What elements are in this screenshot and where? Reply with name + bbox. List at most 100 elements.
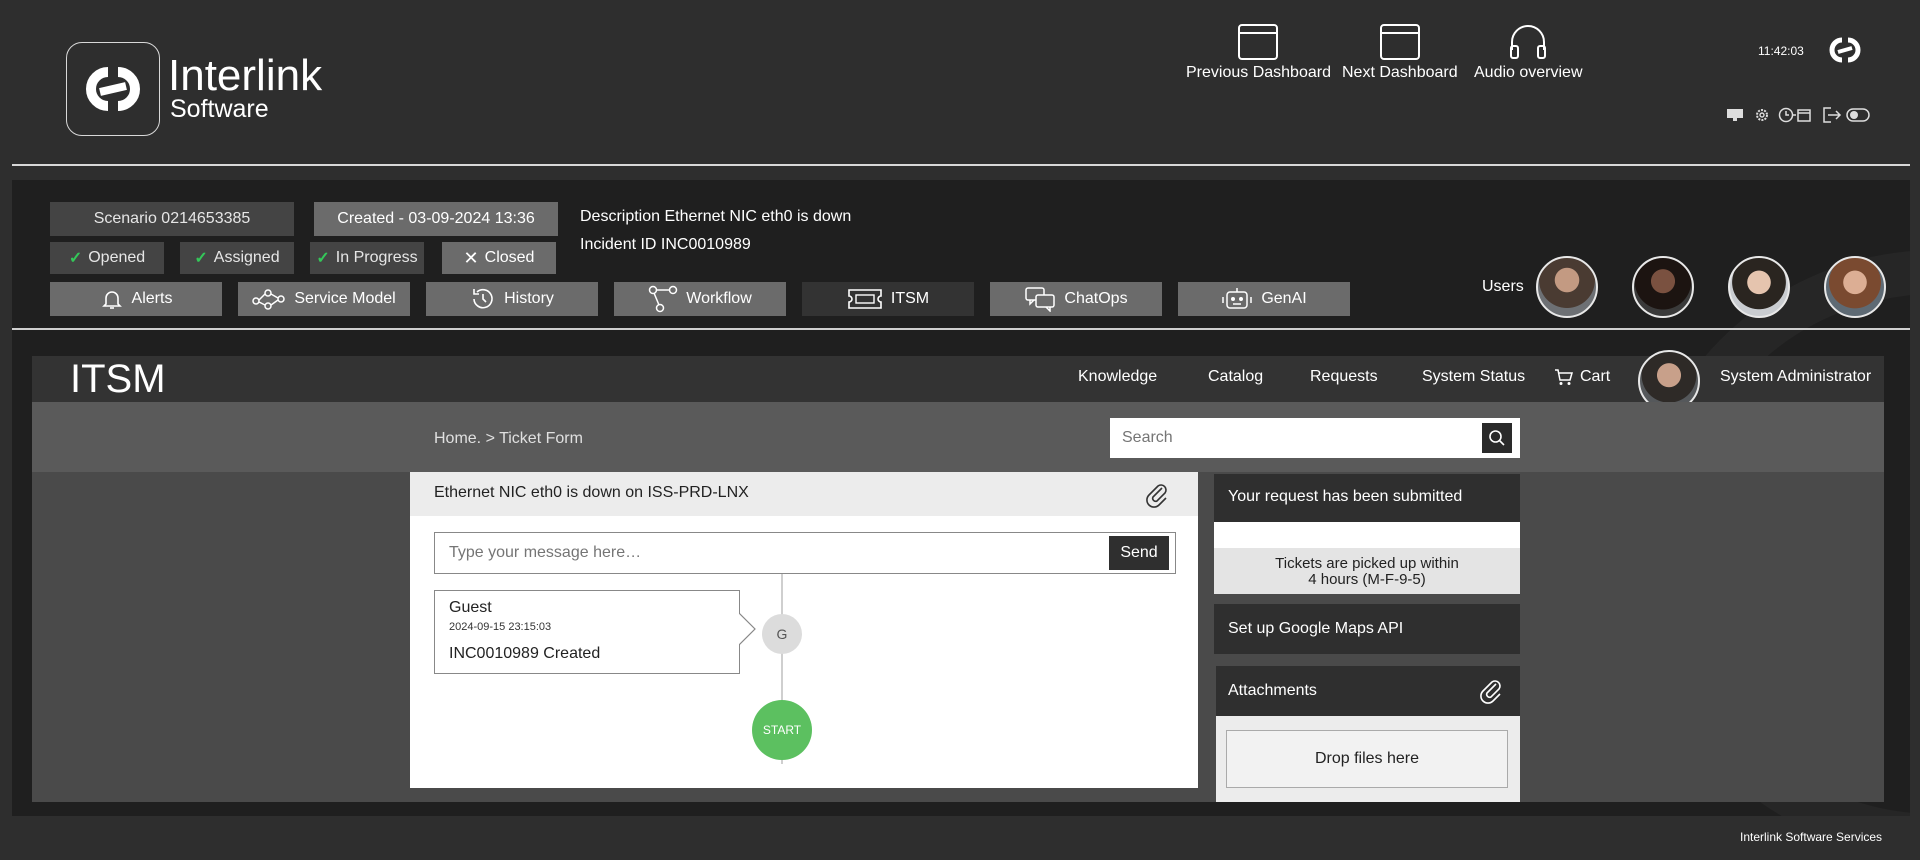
paperclip-icon[interactable]: [1478, 676, 1504, 704]
tab-itsm[interactable]: ITSM: [802, 282, 974, 316]
status-opened: ✓ Opened: [50, 242, 164, 274]
itsm-title: ITSM: [70, 357, 166, 401]
clock-calendar-icon[interactable]: [1778, 107, 1812, 123]
start-node: START: [752, 700, 812, 760]
monitor-icon[interactable]: [1726, 108, 1744, 122]
drop-zone[interactable]: Drop files here: [1226, 730, 1508, 788]
attachments-header: Attachments: [1216, 666, 1520, 716]
tab-label: ITSM: [890, 290, 930, 307]
headphones-icon: [1510, 25, 1547, 59]
audio-overview-button[interactable]: Audio overview: [1474, 24, 1583, 82]
previous-dashboard-label: Previous Dashboard: [1186, 64, 1331, 81]
status-label: In Progress: [335, 249, 418, 266]
search-input[interactable]: [1110, 418, 1470, 458]
entry-initial-badge: G: [762, 614, 802, 654]
users-label: Users: [1482, 278, 1524, 295]
message-input[interactable]: [435, 533, 1095, 573]
check-icon: ✓: [316, 250, 330, 267]
next-dashboard-label: Next Dashboard: [1342, 64, 1458, 81]
menu-knowledge[interactable]: Knowledge: [1078, 368, 1157, 386]
ticket-card: Ethernet NIC eth0 is down on ISS-PRD-LNX…: [410, 472, 1198, 788]
attachments-title: Attachments: [1228, 682, 1317, 699]
entry-author: Guest: [449, 599, 492, 616]
entry-date: 2024-09-15 23:15:03: [449, 621, 552, 633]
maps-card[interactable]: Set up Google Maps API: [1214, 604, 1520, 654]
brand-name: Interlink: [168, 51, 323, 100]
submitted-card-header: Your request has been submitted: [1214, 474, 1520, 522]
footer-text: Interlink Software Services: [1740, 830, 1883, 844]
status-assigned: ✓ Assigned: [180, 242, 294, 274]
itsm-content: Home. > Ticket Form Ethernet NIC eth0 is…: [32, 402, 1884, 802]
search-icon: [1489, 430, 1505, 446]
menu-system-status[interactable]: System Status: [1422, 368, 1525, 386]
toggle-icon[interactable]: [1846, 108, 1870, 122]
tab-history[interactable]: History: [426, 282, 598, 316]
tab-label: ChatOps: [1064, 290, 1128, 307]
timeline-entry: Guest 2024-09-15 23:15:03 INC0010989 Cre…: [434, 590, 740, 674]
pickup-line-2: 4 hours (M-F-9-5): [1308, 571, 1426, 588]
x-icon: ✕: [463, 247, 479, 268]
next-dashboard-button[interactable]: Next Dashboard: [1342, 24, 1458, 82]
search-button[interactable]: [1482, 423, 1512, 453]
workflow-icon: [649, 285, 678, 313]
check-icon: ✓: [68, 250, 83, 267]
ticket-icon: [848, 289, 882, 309]
interlink-logo-icon: [86, 67, 140, 111]
created-chip: Created - 03-09-2024 13:36: [314, 202, 558, 236]
window-icon: [1379, 24, 1420, 60]
audio-overview-label: Audio overview: [1474, 64, 1583, 81]
brand-logo[interactable]: [66, 42, 160, 136]
incident-panel: Scenario 0214653385 Created - 03-09-2024…: [12, 180, 1910, 816]
bell-icon: [101, 291, 122, 309]
history-icon: [473, 288, 493, 309]
ticket-title: Ethernet NIC eth0 is down on ISS-PRD-LNX: [434, 484, 749, 501]
tab-chatops[interactable]: ChatOps: [990, 282, 1162, 316]
status-in-progress: ✓ In Progress: [310, 242, 424, 274]
breadcrumb-band: Home. > Ticket Form: [32, 402, 1884, 472]
avatar-user-1[interactable]: [1536, 256, 1598, 318]
status-label: Opened: [88, 249, 146, 266]
avatar-user-4[interactable]: [1824, 256, 1886, 318]
itsm-navbar: ITSM Knowledge Catalog Requests System S…: [32, 350, 1884, 412]
tab-label: Alerts: [131, 290, 173, 307]
tab-label: GenAI: [1261, 290, 1307, 307]
tab-service-model[interactable]: Service Model: [238, 282, 410, 316]
avatar-user-2[interactable]: [1632, 256, 1694, 318]
menu-cart[interactable]: Cart: [1554, 368, 1610, 386]
clock: 11:42:03: [1758, 44, 1804, 58]
incident-description: Description Ethernet NIC eth0 is down: [580, 208, 852, 225]
tab-genai[interactable]: GenAI: [1178, 282, 1350, 316]
logout-icon[interactable]: [1822, 107, 1842, 123]
tab-alerts[interactable]: Alerts: [50, 282, 222, 316]
status-label: Closed: [484, 249, 535, 266]
status-closed: ✕ Closed: [442, 242, 556, 274]
attachments-body: Drop files here: [1216, 716, 1520, 802]
pickup-line-1: Tickets are picked up within: [1275, 555, 1459, 572]
ticket-header: Ethernet NIC eth0 is down on ISS-PRD-LNX: [410, 472, 1198, 516]
check-icon: ✓: [194, 250, 208, 267]
cart-icon: [1555, 369, 1573, 385]
chat-icon: [1025, 287, 1056, 312]
brand-sub: Software: [170, 95, 269, 123]
maps-text: Set up Google Maps API: [1228, 620, 1404, 637]
menu-requests[interactable]: Requests: [1310, 368, 1378, 386]
send-button[interactable]: Send: [1109, 536, 1169, 570]
scenario-chip: Scenario 0214653385: [50, 202, 294, 236]
paperclip-icon[interactable]: [1144, 480, 1170, 508]
gear-icon[interactable]: [1754, 107, 1770, 123]
entry-pointer: [739, 612, 756, 646]
previous-dashboard-button[interactable]: Previous Dashboard: [1186, 24, 1331, 82]
breadcrumb[interactable]: Home. > Ticket Form: [434, 430, 583, 448]
incident-id: Incident ID INC0010989: [580, 236, 751, 253]
tab-label: History: [504, 290, 554, 307]
tab-label: Service Model: [294, 290, 396, 307]
submitted-spacer: [1214, 522, 1520, 548]
avatar-user-3[interactable]: [1728, 256, 1790, 318]
admin-name[interactable]: System Administrator: [1720, 368, 1871, 386]
tab-label: Workflow: [686, 290, 752, 307]
tab-workflow[interactable]: Workflow: [614, 282, 786, 316]
message-composer: Send: [434, 532, 1176, 574]
header-divider: [12, 164, 1910, 166]
status-label: Assigned: [213, 249, 280, 266]
menu-catalog[interactable]: Catalog: [1208, 368, 1263, 386]
